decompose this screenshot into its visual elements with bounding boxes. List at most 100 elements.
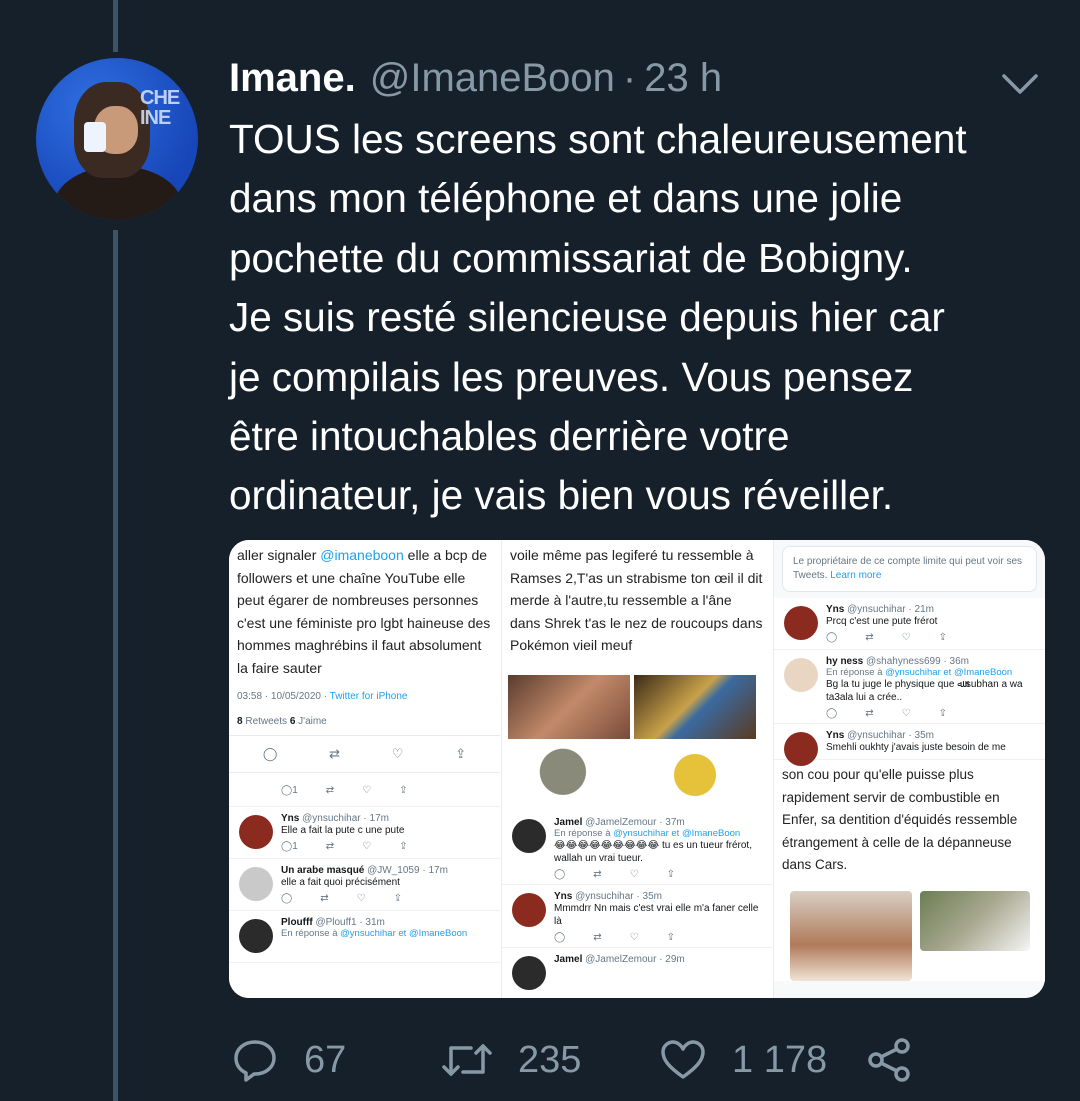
reply-icon: ◯ — [281, 893, 293, 904]
tweet-header: Imane. @ImaneBoon · 23 h — [229, 56, 722, 104]
share-icon: ⇪ — [399, 841, 408, 852]
screenshot-2-tweet-text: voile même pas legiferé tu ressemble à R… — [510, 547, 763, 653]
share-icon — [868, 1038, 910, 1082]
tweet-timestamp[interactable]: 23 h — [644, 56, 722, 101]
screenshot-panel-3: Le propriétaire de ce compte limite qui … — [773, 540, 1045, 998]
header-separator: · — [622, 56, 637, 100]
reply-avatar — [784, 658, 818, 692]
screenshot-1-timestamp: 03:58 · 10/05/2020 · Twitter for iPhone — [237, 691, 408, 702]
display-name[interactable]: Imane. — [229, 56, 356, 101]
reply-to: En réponse à @ynsuchihar et @ImaneBoon — [826, 667, 1013, 678]
reply-avatar — [512, 818, 546, 853]
reply-icon: ◯1 — [281, 841, 298, 852]
tweet-action-bar: 67 235 1 178 — [232, 1030, 932, 1090]
like-count: 1 178 — [732, 1038, 828, 1081]
screenshot-reply: hy ness @shahyness699 · 36m En réponse à… — [774, 650, 1045, 724]
photo-tow-truck — [920, 890, 1030, 951]
reply-icon: ◯ — [554, 868, 566, 880]
share-button[interactable] — [866, 1030, 912, 1090]
reply-icon — [234, 1040, 276, 1082]
screenshot-1-stats: 8 Retweets 6 J'aime — [229, 702, 500, 736]
retweet-icon: ⇄ — [593, 931, 602, 943]
photo-woman — [508, 674, 630, 739]
reply-icon: ◯ — [262, 746, 278, 761]
photo-pharaoh — [634, 674, 756, 739]
share-icon: ⇪ — [455, 746, 467, 761]
user-handle[interactable]: @ImaneBoon — [370, 56, 615, 101]
heart-icon: ♡ — [629, 931, 639, 943]
reply-icon: ◯ — [554, 931, 566, 943]
screenshot-1-tweet-text: aller signaler @imaneboon elle a bcp de … — [237, 547, 491, 676]
photo-woman — [790, 890, 912, 981]
screenshot-reply: Yns @ynsuchihar · 35m Mmmdrr Nn mais c'e… — [502, 885, 772, 948]
retweet-icon: ⇄ — [593, 868, 602, 880]
reply-avatar — [239, 919, 273, 953]
reply-avatar — [239, 867, 273, 901]
mini-actions: ◯1 ⇄ ♡ ⇪ — [281, 781, 494, 796]
reply-icon: ◯ — [826, 632, 838, 643]
reply-to: En réponse à @ynsuchihar et @ImaneBoon — [281, 928, 468, 939]
avatar[interactable]: CHE INE — [36, 58, 198, 220]
reply-text: Smehli oukhty j'avais juste besoin de me — [826, 742, 1006, 753]
retweet-icon: ⇄ — [865, 632, 874, 643]
share-icon: ⇪ — [393, 893, 402, 904]
reply-count: 67 — [304, 1038, 347, 1081]
retweet-button[interactable]: 235 — [442, 1030, 581, 1090]
reply-name: hy ness @shahyness699 · 36m — [826, 656, 970, 667]
heart-icon: ♡ — [391, 746, 404, 761]
screenshot-reply: Yns @ynsuchihar · 17m Elle a fait la put… — [229, 807, 500, 859]
share-icon: ⇪ — [399, 785, 408, 796]
reply-text: Prcq c'est une pute frérot — [826, 616, 938, 627]
reply-name: Un arabe masqué @JW_1059 · 17m — [281, 865, 448, 876]
retweet-icon: ⇄ — [329, 746, 341, 761]
mini-actions: ◯ ⇄ ♡ ⇪ — [826, 628, 1039, 643]
mini-actions: ◯ ⇄ ♡ ⇪ — [554, 928, 766, 943]
reply-to: En réponse à @ynsuchihar et @ImaneBoon — [554, 827, 741, 839]
screenshot-3-tweet-text: son cou pour qu'elle puisse plus rapidem… — [774, 760, 1045, 877]
heart-icon: ♡ — [901, 708, 911, 719]
screenshot-panel-2: voile même pas legiferé tu ressemble à R… — [501, 540, 772, 998]
reply-text: Bg la tu juge le physique que ﷲ subhan a… — [826, 679, 1023, 703]
reply-icon: ◯1 — [281, 785, 298, 796]
heart-icon: ♡ — [362, 841, 372, 852]
screenshot-1-actions: ◯ ⇄ ♡ ⇪ — [229, 736, 500, 773]
photo-pokemon — [634, 742, 756, 807]
chevron-down-icon[interactable] — [998, 66, 1042, 102]
heart-icon: ♡ — [901, 632, 911, 643]
retweet-icon: ⇄ — [865, 708, 874, 719]
heart-icon: ♡ — [362, 785, 372, 796]
reply-name: Jamel @JamelZemour · 37m — [554, 816, 685, 828]
reply-text: Mmmdrr Nn mais c'est vrai elle m'a faner… — [554, 902, 759, 927]
reply-avatar — [784, 732, 818, 766]
screenshot-2-images — [502, 739, 772, 807]
mini-actions: ◯1 ⇄ ♡ ⇪ — [281, 837, 494, 852]
retweet-icon: ⇄ — [325, 785, 335, 796]
reply-name: Yns @ynsuchihar · 35m — [554, 890, 662, 902]
reply-button[interactable]: 67 — [232, 1030, 346, 1090]
thread-line-bottom — [113, 230, 118, 1101]
reply-text: elle a fait quoi précisément — [281, 877, 400, 888]
reply-name: Yns @ynsuchihar · 17m — [281, 813, 389, 824]
avatar-mug — [84, 122, 106, 152]
heart-icon: ♡ — [356, 893, 366, 904]
reply-avatar — [784, 606, 818, 640]
screenshot-reply: Yns @ynsuchihar · 35m Smehli oukhty j'av… — [774, 724, 1045, 766]
reply-icon: ◯ — [826, 708, 838, 719]
protected-account-notice: Le propriétaire de ce compte limite qui … — [782, 546, 1037, 592]
mini-actions: ◯ ⇄ ♡ ⇪ — [554, 865, 766, 880]
reply-name: Ploufff @Plouff1 · 31m — [281, 917, 385, 928]
photo-donkey — [508, 742, 630, 807]
thread-line-top — [113, 0, 118, 52]
share-icon: ⇪ — [666, 868, 675, 880]
reply-name: Jamel @JamelZemour · 29m — [554, 953, 685, 965]
share-icon: ⇪ — [666, 931, 675, 943]
tweet-media-image[interactable]: aller signaler @imaneboon elle a bcp de … — [229, 540, 1045, 998]
reply-name: Yns @ynsuchihar · 21m — [826, 604, 934, 615]
screenshot-reply: Yns @ynsuchihar · 21m Prcq c'est une put… — [774, 598, 1045, 650]
like-button[interactable]: 1 178 — [660, 1030, 827, 1090]
mini-actions: ◯ ⇄ ♡ ⇪ — [281, 889, 494, 904]
avatar-background-sign: CHE INE — [140, 87, 180, 129]
screenshot-reply: ◯1 ⇄ ♡ ⇪ — [229, 773, 500, 807]
retweet-count: 235 — [518, 1038, 582, 1081]
screenshot-panel-1: aller signaler @imaneboon elle a bcp de … — [229, 540, 500, 998]
